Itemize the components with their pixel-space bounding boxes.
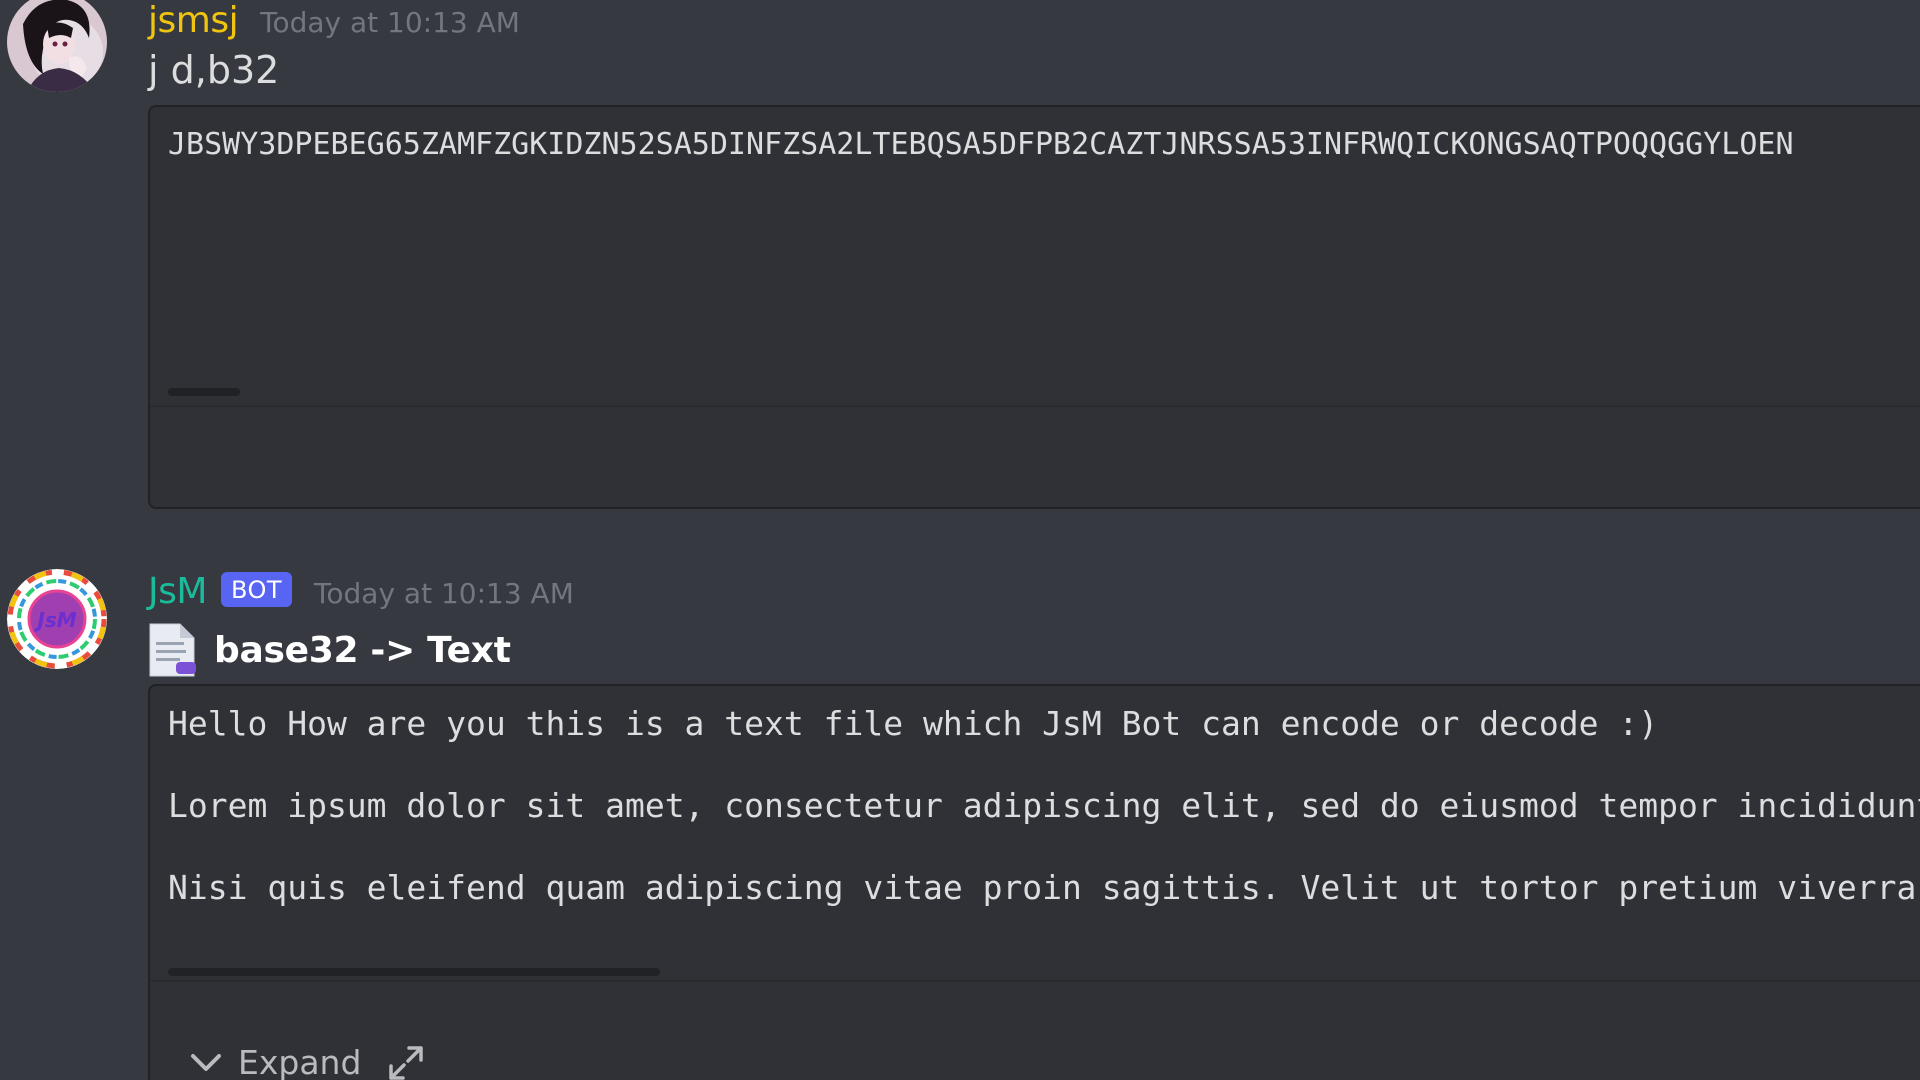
message-timestamp[interactable]: Today at 10:13 AM [260,6,520,39]
horizontal-scrollbar[interactable] [168,388,240,396]
file-line: Hello How are you this is a text file wh… [168,704,1659,743]
file-line: JBSWY3DPEBEG65ZAMFZGKIDZN52SA5DINFZSA2LT… [168,127,1794,162]
file-preview: Hello How are you this is a text file wh… [148,684,1920,1080]
user-avatar[interactable] [7,0,107,92]
expand-label: Expand [238,1043,362,1080]
svg-text:JsM: JsM [33,608,76,632]
expand-button[interactable]: Expand [190,1043,425,1080]
username[interactable]: JsM [148,571,207,612]
expand-arrows-icon[interactable] [387,1044,425,1080]
bot-badge: BOT [220,572,293,607]
chat-area: jsmsj Today at 10:13 AM j d,b32 JBSWY3DP… [0,0,1920,1080]
file-preview: JBSWY3DPEBEG65ZAMFZGKIDZN52SA5DINFZSA2LT… [148,105,1920,509]
message-content: j d,b32 [148,48,280,92]
username[interactable]: jsmsj [148,0,239,41]
embed-title: base32 -> Text [148,622,511,678]
embed-title-text: base32 -> Text [214,629,511,671]
message-timestamp[interactable]: Today at 10:13 AM [314,577,574,610]
horizontal-scrollbar[interactable] [168,968,660,976]
file-preview-footer: Expand [150,980,1920,1080]
text-file-icon [148,622,198,678]
file-preview-footer [150,405,1920,507]
file-line: Nisi quis eleifend quam adipiscing vitae… [168,868,1920,907]
message-header: jsmsj Today at 10:13 AM [148,0,520,41]
bot-avatar[interactable]: JsM [7,569,107,669]
message-header: JsM BOT Today at 10:13 AM [148,571,574,612]
chevron-down-icon [190,1052,222,1074]
file-line: Lorem ipsum dolor sit amet, consectetur … [168,786,1920,825]
